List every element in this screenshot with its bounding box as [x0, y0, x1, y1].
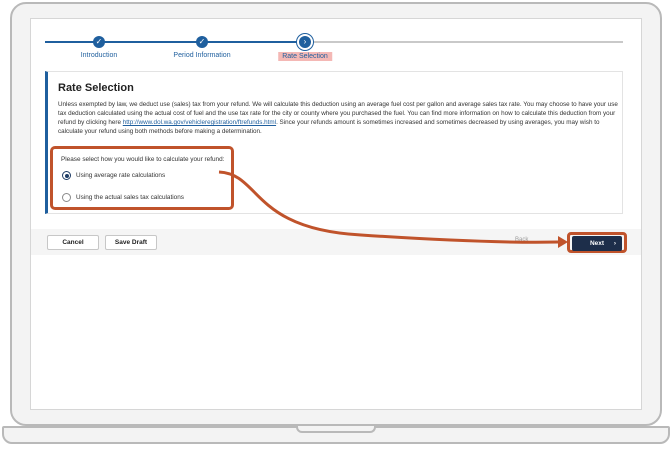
laptop-notch [296, 426, 376, 433]
annotation-arrow [218, 170, 568, 248]
annotation-arrow-head [558, 236, 568, 248]
annotation-arrow-path [218, 170, 559, 244]
laptop-screen: ✓ Introduction ✓ Period Information › Ra… [30, 18, 642, 410]
